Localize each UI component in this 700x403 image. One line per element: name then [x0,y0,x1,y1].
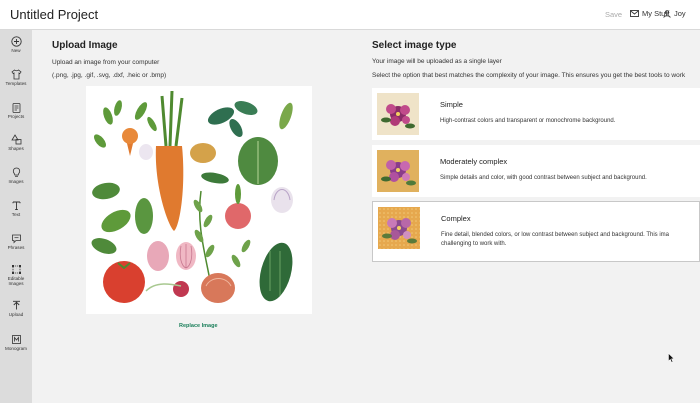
sidebar-item-text[interactable]: Text [0,200,32,217]
option-description: Simple details and color, with good cont… [440,175,647,181]
vegetables-illustration [91,90,293,303]
sidebar-item-upload[interactable]: Upload [0,300,32,317]
select-type-note: Your image will be uploaded as a single … [372,58,502,65]
option-description: High-contrast colors and transparent or … [440,118,616,124]
sidebar-item-label: Monogram [5,346,27,351]
option-title: Complex [441,214,471,223]
plus-circle-icon [10,36,22,47]
user-icon [663,9,671,18]
sidebar-item-templates[interactable]: Templates [0,69,32,86]
sidebar-item-shapes[interactable]: Shapes [0,134,32,151]
option-description: Fine detail, blended colors, or low cont… [441,232,670,238]
sidebar-item-label: Text [11,212,21,217]
sidebar-item-label: Editable Images [7,276,25,286]
option-moderately-complex[interactable]: Moderately complex Simple details and co… [372,145,700,197]
sidebar-item-label: Phrases [7,245,25,250]
simple-thumbnail [377,93,419,135]
option-simple[interactable]: Simple High-contrast colors and transpar… [372,88,700,140]
shirt-icon [10,69,22,80]
user-menu[interactable]: Joy [663,9,686,18]
left-sidebar: New Templates Projects Shapes Images Tex… [0,30,32,403]
complex-thumbnail [378,207,420,249]
moderately-complex-thumbnail [377,150,419,192]
monogram-icon [11,335,21,344]
user-label: Joy [674,9,686,18]
editable-images-icon [11,265,21,274]
project-title[interactable]: Untitled Project [10,7,98,22]
option-complex[interactable]: Complex Fine detail, blended colors, or … [372,201,700,262]
option-title: Moderately complex [440,157,508,166]
text-icon [12,201,20,210]
sidebar-item-label: Projects [7,114,25,119]
sidebar-item-label: Templates [5,81,27,86]
sidebar-item-images[interactable]: Images [0,167,32,184]
select-type-title: Select image type [372,40,457,51]
sidebar-item-label: New [11,48,21,53]
replace-image-link[interactable]: Replace Image [179,323,218,329]
option-description-continued: challenging to work with. [441,241,507,247]
sidebar-item-projects[interactable]: Projects [0,102,32,119]
sidebar-item-new[interactable]: New [0,36,32,53]
speech-bubble-icon [11,234,21,244]
sidebar-item-label: Shapes [8,146,24,151]
upload-title: Upload Image [52,40,118,51]
option-title: Simple [440,100,463,109]
upload-formats: (.png, .jpg, .gif, .svg, .dxf, .heic or … [52,72,167,79]
sidebar-item-monogram[interactable]: Monogram [0,334,32,351]
upload-icon [12,300,20,310]
mouse-cursor-icon [668,353,675,363]
sidebar-item-label: Upload [8,312,24,317]
sidebar-item-phrases[interactable]: Phrases [0,233,32,250]
upload-instructions: Upload an image from your computer [52,59,160,66]
sidebar-item-label: Images [8,179,24,184]
select-type-instructions: Select the option that best matches the … [372,72,686,79]
lightbulb-icon [12,167,20,177]
envelope-icon [630,10,639,17]
shapes-icon [10,134,21,145]
sidebar-item-editable-images[interactable]: Editable Images [0,264,32,286]
top-bar: Untitled Project Save My Stuff Joy [0,0,700,30]
save-button[interactable]: Save [605,10,622,19]
clipboard-icon [12,103,20,113]
uploaded-image-preview [86,86,312,314]
